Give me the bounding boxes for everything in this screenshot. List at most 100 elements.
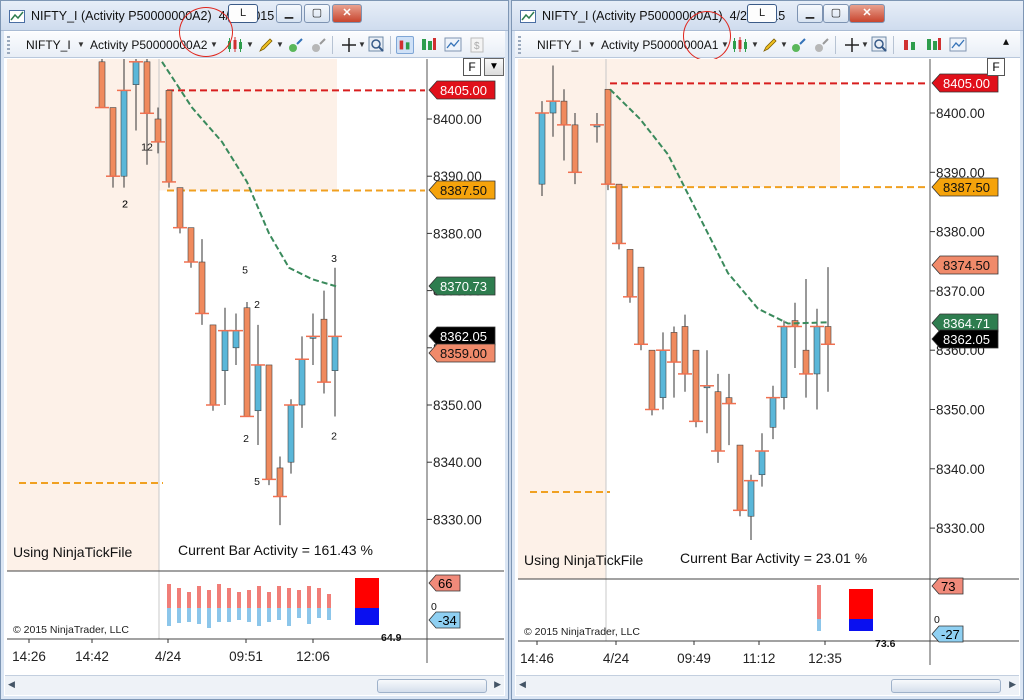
toolbar-overflow-icon[interactable]: ▴ [1003, 34, 1009, 48]
chevron-down-icon[interactable]: ▼ [276, 40, 284, 49]
scroll-right-icon[interactable]: ▶ [1009, 679, 1016, 690]
price-chart[interactable]: 8400.008390.008380.008370.008360.008350.… [518, 59, 1019, 671]
link-button[interactable]: L [747, 4, 777, 23]
time-tick-label: 09:49 [677, 651, 711, 666]
copyright-label: © 2015 NinjaTrader, LLC [13, 624, 129, 636]
candle-down [198, 261, 206, 314]
candle-down [165, 90, 173, 183]
candle-up [254, 364, 262, 412]
f-toggle-button[interactable]: F [463, 58, 481, 76]
order-entry-icon[interactable]: $ [468, 36, 486, 54]
candle-up [758, 450, 766, 476]
bar-count-label: 12 [141, 141, 153, 153]
price-tag: 8362.05 [428, 326, 496, 346]
price-tag: 8374.50 [931, 255, 999, 275]
price-tag-label: 8370.73 [440, 279, 487, 294]
session-shade [518, 59, 606, 579]
time-tick-label: 4/24 [155, 649, 182, 664]
remove-indicator-icon[interactable] [813, 36, 831, 54]
candle-up [659, 349, 667, 398]
scroll-thumb[interactable] [891, 679, 1001, 693]
price-tick-label: 8380.00 [936, 225, 985, 240]
candle-up [813, 326, 821, 375]
activity-bar-down [277, 608, 281, 620]
scroll-left-icon[interactable]: ◀ [519, 679, 526, 690]
instrument-selector[interactable]: NIFTY_I [537, 38, 582, 52]
time-tick-label: 09:51 [229, 649, 263, 664]
horizontal-scrollbar[interactable]: ◀ ▶ [516, 675, 1019, 695]
crosshair-icon[interactable] [843, 36, 861, 54]
zoom-icon[interactable] [368, 36, 386, 54]
candle-down [154, 118, 162, 143]
bar-chart-icon[interactable] [901, 36, 919, 54]
chevron-down-icon[interactable]: ▼ [751, 40, 759, 49]
data-box-icon[interactable] [925, 36, 943, 54]
add-indicator-icon[interactable] [790, 36, 808, 54]
activity-bar-down [317, 608, 321, 618]
chart-window-right: NIFTY_I (Activity P50000000A1) 4/24/2015… [511, 0, 1024, 700]
candle-down [714, 391, 722, 452]
chevron-down-icon[interactable]: ▼ [77, 40, 85, 49]
price-tick-label: 8400.00 [936, 106, 985, 121]
close-button[interactable]: ✕ [332, 4, 362, 23]
price-tag-label: 8359.00 [440, 346, 487, 361]
candle-down [571, 124, 579, 173]
title-bar[interactable]: NIFTY_I (Activity P50000000A2) 4/24/2015… [1, 1, 508, 31]
toolbar-grip[interactable] [518, 36, 521, 54]
minimize-button[interactable]: ▁ [797, 4, 823, 23]
svg-text:$: $ [474, 41, 480, 52]
chart-dropdown-button[interactable]: ▼ [484, 58, 504, 76]
horizontal-scrollbar[interactable]: ◀ ▶ [5, 675, 504, 695]
highlight-circle [179, 7, 233, 57]
minimize-button[interactable]: ▁ [276, 4, 302, 23]
price-tick-label: 8330.00 [936, 521, 985, 536]
crosshair-icon[interactable] [340, 36, 358, 54]
chevron-down-icon[interactable]: ▼ [588, 40, 596, 49]
candle-up [232, 330, 240, 349]
toolbar-grip[interactable] [7, 36, 10, 54]
add-indicator-icon[interactable] [287, 36, 305, 54]
price-tag: 8387.50 [931, 177, 999, 197]
link-button[interactable]: L [228, 4, 258, 23]
activity-bar-up [267, 592, 271, 608]
pencil-icon[interactable] [761, 36, 779, 54]
activity-bar-down [297, 608, 301, 618]
chevron-down-icon[interactable]: ▼ [358, 40, 366, 49]
candle-up [549, 100, 557, 114]
activity-bar-down [217, 608, 221, 622]
chart-window-icon [9, 10, 25, 23]
maximize-button[interactable]: ▢ [304, 4, 330, 23]
instrument-selector[interactable]: NIFTY_I [26, 38, 71, 52]
candle-up [132, 61, 140, 85]
price-chart[interactable]: 8400.008390.008380.008370.008360.008350.… [7, 59, 504, 671]
activity-bar-down [267, 608, 271, 622]
candlestick-icon[interactable] [731, 36, 749, 54]
candle-up [221, 330, 229, 371]
chevron-down-icon[interactable]: ▼ [246, 40, 254, 49]
pencil-icon[interactable] [257, 36, 275, 54]
scroll-left-icon[interactable]: ◀ [8, 679, 15, 690]
remove-indicator-icon[interactable] [310, 36, 328, 54]
candle-down [692, 349, 700, 422]
data-box-icon[interactable] [420, 36, 438, 54]
close-button[interactable]: ✕ [849, 4, 885, 23]
activity-bar-up [227, 588, 231, 608]
title-bar[interactable]: NIFTY_I (Activity P50000000A1) 4/24/2015… [512, 1, 1023, 31]
chevron-down-icon[interactable]: ▼ [780, 40, 788, 49]
candle-down [265, 364, 273, 480]
chart-properties-icon[interactable] [949, 36, 967, 54]
maximize-button[interactable]: ▢ [823, 4, 849, 23]
scroll-thumb[interactable] [377, 679, 487, 693]
bar-chart-icon[interactable] [396, 36, 414, 54]
candle-down [604, 88, 612, 185]
chart-properties-icon[interactable] [444, 36, 462, 54]
f-toggle-button[interactable]: F [987, 58, 1005, 76]
zoom-icon[interactable] [871, 36, 889, 54]
chevron-down-icon[interactable]: ▼ [861, 40, 869, 49]
time-tick-label: 12:06 [296, 649, 330, 664]
scroll-right-icon[interactable]: ▶ [494, 679, 501, 690]
bar-count-label: 2 [122, 199, 128, 211]
activity-bar-down [287, 608, 291, 626]
highlight-circle [683, 11, 731, 61]
activity-bar-up [817, 585, 821, 619]
